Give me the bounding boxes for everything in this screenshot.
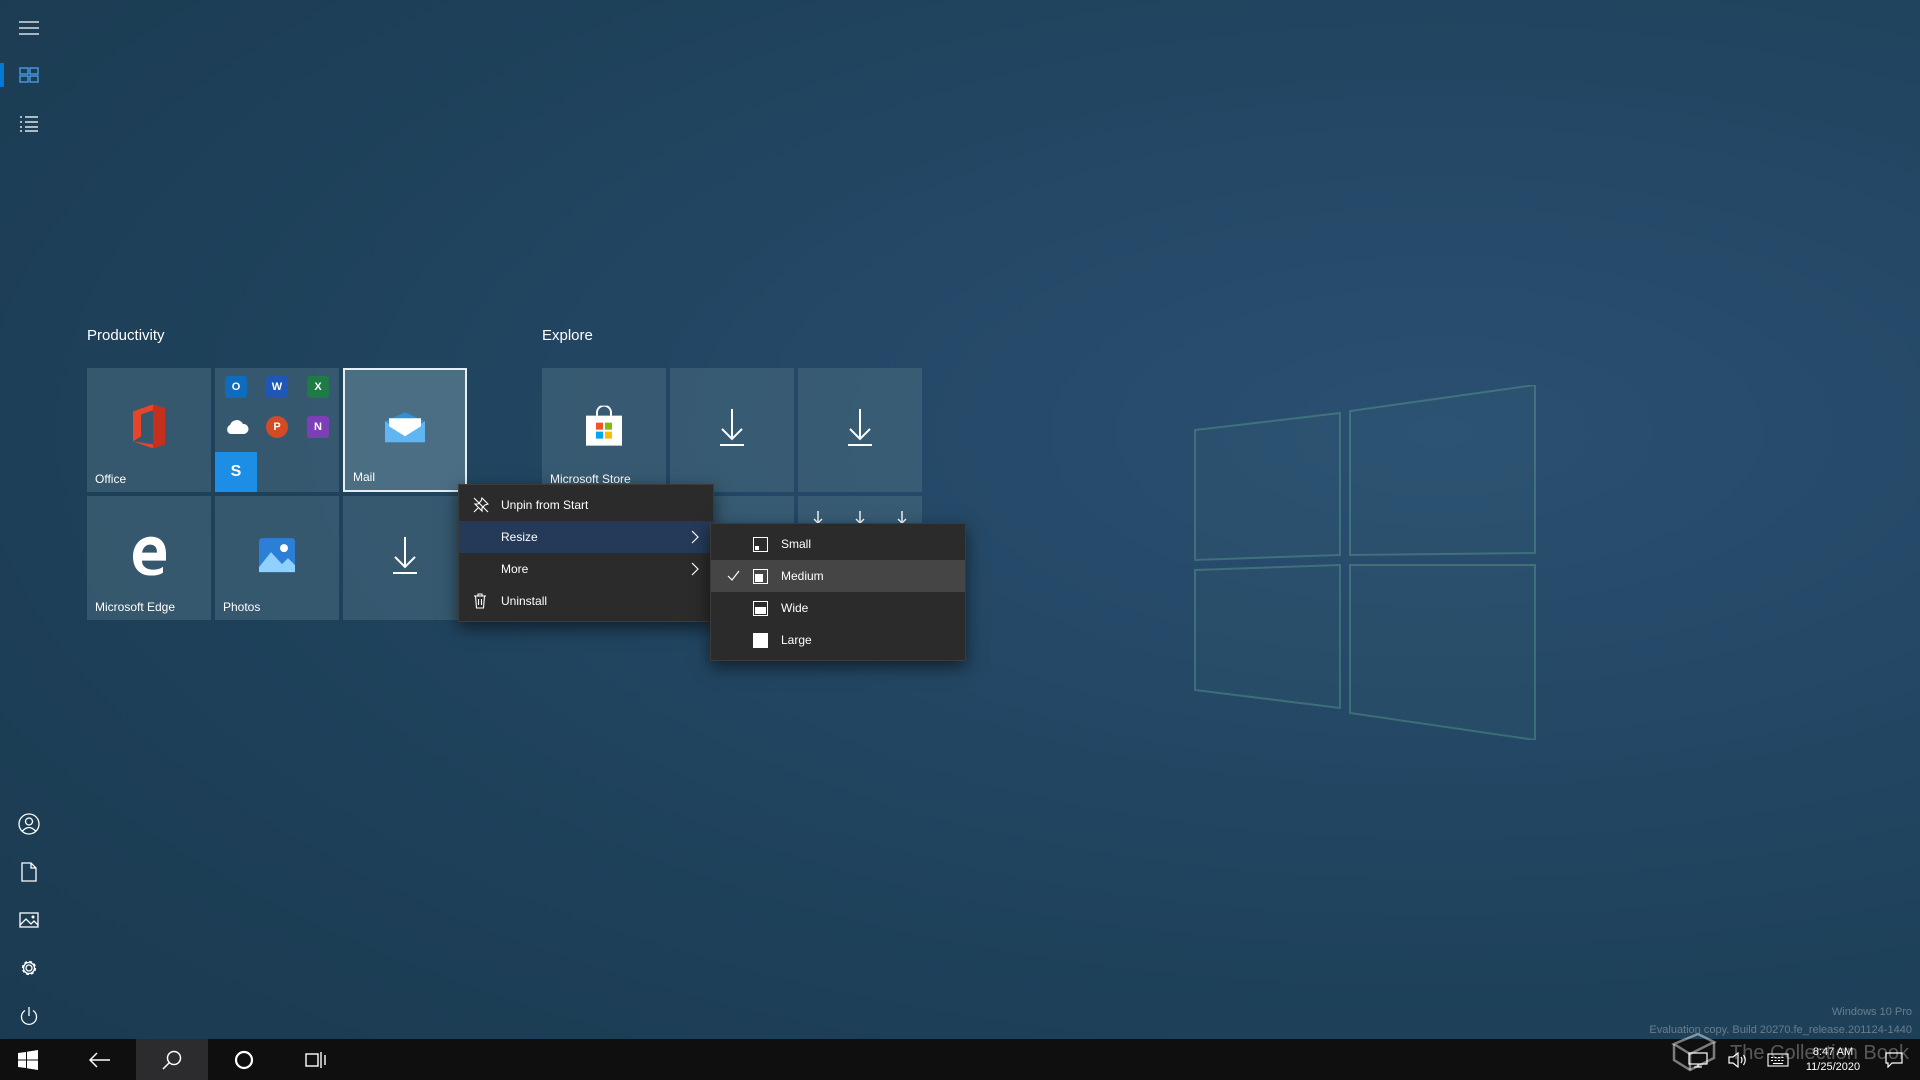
menu-item-resize-label: Resize [501,530,538,544]
chevron-right-icon [691,562,699,576]
skype-icon: S [215,452,257,492]
resize-option-medium-label: Medium [781,569,824,583]
documents-button[interactable] [0,848,58,896]
resize-option-large[interactable]: Large [711,624,965,656]
book-logo-icon [1671,1032,1717,1072]
gear-icon [21,960,37,976]
watermark-overlay-text: The Collection Book [1730,1042,1909,1064]
outlook-icon: O [225,376,247,398]
windows-start-icon [18,1049,38,1070]
group-title-explore[interactable]: Explore [542,327,593,344]
checkmark-icon [727,570,740,581]
tile-photos[interactable]: Photos [215,496,339,620]
menu-item-resize[interactable]: Resize [459,521,713,553]
onedrive-icon [227,420,249,434]
user-account-icon [18,813,40,835]
download-arrow-icon [848,408,872,446]
task-view-button[interactable] [280,1039,352,1080]
mail-icon [385,412,425,443]
hamburger-icon [19,21,39,35]
office-icon [133,404,165,449]
tile-edge-label: Microsoft Edge [95,600,176,614]
resize-option-wide[interactable]: Wide [711,592,965,624]
all-apps-button[interactable] [0,100,58,148]
size-medium-icon [753,569,768,584]
tile-microsoft-store[interactable]: Microsoft Store [542,368,666,492]
pictures-icon [19,912,39,928]
size-small-icon [753,537,768,552]
menu-item-more-label: More [501,562,529,576]
cortana-icon [234,1050,254,1069]
size-large-icon [753,633,768,648]
menu-item-more[interactable]: More [459,553,713,585]
word-icon: W [266,376,288,398]
resize-option-medium[interactable]: Medium [711,560,965,592]
onenote-icon: N [307,416,329,438]
cortana-button[interactable] [208,1039,280,1080]
resize-option-large-label: Large [781,633,812,647]
menu-item-unpin[interactable]: Unpin from Start [459,489,713,521]
trash-icon [474,593,486,609]
search-icon [162,1050,182,1070]
settings-button[interactable] [0,944,58,992]
tiles-view-icon [19,67,39,83]
menu-item-uninstall-label: Uninstall [501,594,548,608]
pinned-tiles-button[interactable] [0,51,58,99]
back-button[interactable] [64,1039,136,1080]
download-arrow-icon [393,536,417,574]
resize-submenu: Small Medium Wide Large [710,523,966,661]
edge-icon [133,536,166,576]
powerpoint-icon: P [266,416,288,438]
document-icon [21,862,37,882]
excel-icon: X [307,376,329,398]
task-view-icon [305,1051,326,1068]
search-button[interactable] [136,1039,208,1080]
resize-option-small-label: Small [781,537,812,551]
tile-microsoft-edge[interactable]: Microsoft Edge [87,496,211,620]
taskbar: 8:47 AM 11/25/2020 [0,1039,1920,1080]
tile-downloading[interactable] [343,496,467,620]
tile-download-placeholder-2[interactable] [798,368,922,492]
resize-option-small[interactable]: Small [711,528,965,560]
tile-office-apps-folder[interactable]: O W X P N S [215,368,339,492]
tile-download-placeholder-1[interactable] [670,368,794,492]
photos-icon [259,538,295,573]
list-view-icon [20,116,38,132]
resize-option-wide-label: Wide [781,601,809,615]
windows-logo-background [1194,385,1536,740]
account-button[interactable] [0,800,58,848]
tile-office-label: Office [95,472,127,486]
start-button[interactable] [0,1039,56,1080]
watermark-edition: Windows 10 Pro [1831,1006,1912,1018]
power-button[interactable] [0,992,58,1040]
hamburger-menu-button[interactable] [0,4,58,52]
pictures-button[interactable] [0,896,58,944]
menu-item-uninstall[interactable]: Uninstall [459,585,713,617]
download-arrow-icon [720,408,744,446]
group-title-productivity[interactable]: Productivity [87,327,165,344]
back-arrow-icon [89,1051,110,1068]
menu-item-unpin-label: Unpin from Start [501,498,589,512]
power-icon [20,1007,38,1025]
tile-context-menu: Unpin from Start Resize More Uninstall [458,484,714,622]
tile-office[interactable]: Office [87,368,211,492]
start-left-rail [0,0,58,1039]
tile-mail[interactable]: Mail [343,368,467,492]
tile-photos-label: Photos [223,600,261,614]
tile-mail-label: Mail [353,470,376,484]
unpin-icon [473,497,489,513]
size-wide-icon [753,601,768,616]
chevron-right-icon [691,530,699,544]
store-icon [586,405,622,446]
